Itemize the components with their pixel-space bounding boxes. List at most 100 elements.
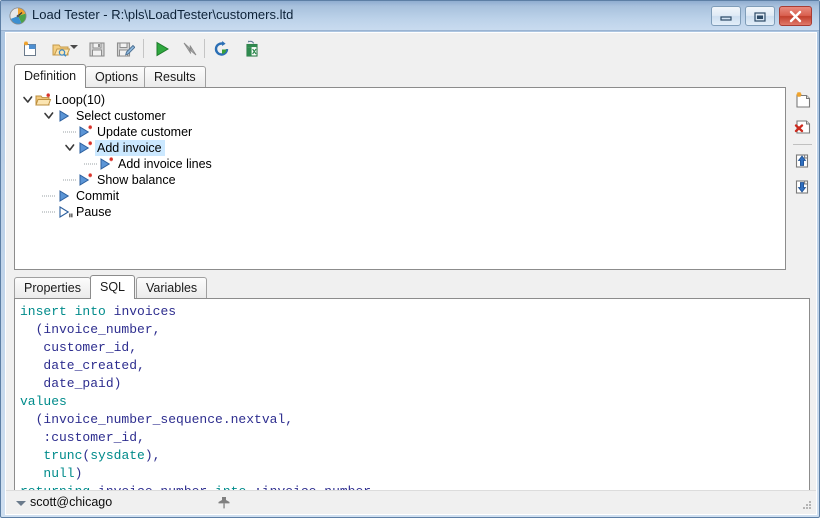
sql-token: null xyxy=(43,466,75,481)
sql-line: insert into invoices xyxy=(20,303,371,321)
tree-item-label: Add invoice lines xyxy=(118,157,212,171)
tab-variables[interactable]: Variables xyxy=(136,277,208,299)
break-button[interactable] xyxy=(177,36,203,61)
sql-token: invoices xyxy=(113,304,177,319)
connection-label[interactable]: scott@chicago xyxy=(30,495,112,509)
tab-definition[interactable]: Definition xyxy=(14,64,87,88)
sql-editor-panel[interactable]: insert into invoices (invoice_number, cu… xyxy=(14,298,810,506)
close-button[interactable] xyxy=(779,6,812,26)
tree-connector xyxy=(42,204,56,220)
chevron-down-icon[interactable] xyxy=(21,92,35,108)
sql-line: trunc(sysdate), xyxy=(20,447,371,465)
application-window: Load Tester - R:\pls\LoadTester\customer… xyxy=(0,0,820,518)
tree-connector xyxy=(63,172,77,188)
sql-line: customer_id, xyxy=(20,339,371,357)
export-excel-button[interactable] xyxy=(237,36,263,61)
sql-token: trunc xyxy=(43,448,83,463)
tree-item-label: Commit xyxy=(76,189,120,203)
sql-line: (invoice_number_sequence.nextval, xyxy=(20,411,371,429)
tree-item-label: Select customer xyxy=(76,109,166,123)
tree-connector xyxy=(42,188,56,204)
play-step-star-icon xyxy=(77,124,95,140)
detail-tab-strip: Properties SQL Variables xyxy=(14,275,809,299)
tree-item-loop-10[interactable]: Loop(10) xyxy=(15,92,785,108)
sql-line: :customer_id, xyxy=(20,429,371,447)
sql-token: ) xyxy=(74,466,83,481)
play-step-icon xyxy=(56,188,74,204)
maximize-button[interactable] xyxy=(745,6,775,26)
delete-statement-button[interactable] xyxy=(791,115,815,139)
move-down-button[interactable] xyxy=(791,175,815,199)
tree-connector xyxy=(63,124,77,140)
folder-star-icon xyxy=(35,92,53,108)
sql-line: values xyxy=(20,393,371,411)
tree-item-add-invoice-lines[interactable]: Add invoice lines xyxy=(15,156,785,172)
sql-line: date_paid) xyxy=(20,375,371,393)
open-file-dropdown-arrow[interactable] xyxy=(70,45,78,49)
gauge-icon xyxy=(9,7,27,25)
save-button[interactable] xyxy=(84,36,110,61)
tree-connector xyxy=(84,156,98,172)
refresh-button[interactable] xyxy=(209,36,235,61)
statement-tree: Loop(10) Select customer Update customer Ad… xyxy=(15,92,785,220)
sql-token: insert xyxy=(20,304,67,319)
resize-grip-icon[interactable] xyxy=(801,499,813,511)
title-bar[interactable]: Load Tester - R:\pls\LoadTester\customer… xyxy=(1,1,819,31)
pause-step-icon xyxy=(56,204,74,220)
chevron-down-icon[interactable] xyxy=(63,140,77,156)
tree-item-show-balance[interactable]: Show balance xyxy=(15,172,785,188)
sql-line: date_created, xyxy=(20,357,371,375)
sql-line: (invoice_number, xyxy=(20,321,371,339)
tree-item-label: Add invoice xyxy=(95,140,165,156)
tab-sql[interactable]: SQL xyxy=(90,275,136,299)
sql-token: into xyxy=(74,304,106,319)
move-up-button[interactable] xyxy=(791,149,815,173)
statement-tree-panel[interactable]: Loop(10) Select customer Update customer Ad… xyxy=(14,87,786,270)
tree-item-add-invoice[interactable]: Add invoice xyxy=(15,140,785,156)
tab-options[interactable]: Options xyxy=(85,66,149,88)
toolbar-separator xyxy=(143,39,144,58)
play-step-icon xyxy=(56,108,74,124)
add-statement-button[interactable] xyxy=(791,89,815,113)
main-tab-strip: Definition Options Results xyxy=(14,64,809,88)
sql-token: customer_id, xyxy=(20,340,138,355)
tree-item-select-customer[interactable]: Select customer xyxy=(15,108,785,124)
side-button-separator xyxy=(793,144,812,145)
sql-token: :customer_id, xyxy=(20,430,145,445)
toolbar-separator-2 xyxy=(204,39,205,58)
tree-item-commit[interactable]: Commit xyxy=(15,188,785,204)
sql-token: ), xyxy=(144,448,161,463)
sql-line: null) xyxy=(20,465,371,483)
tree-item-label: Update customer xyxy=(97,125,193,139)
sql-token: date_created, xyxy=(20,358,145,373)
tree-item-update-customer[interactable]: Update customer xyxy=(15,124,785,140)
tree-action-buttons xyxy=(790,87,816,270)
play-step-star-icon xyxy=(77,172,95,188)
chevron-down-icon[interactable] xyxy=(42,108,56,124)
window-title: Load Tester - R:\pls\LoadTester\customer… xyxy=(32,7,294,22)
tab-results[interactable]: Results xyxy=(144,66,206,88)
new-file-button[interactable] xyxy=(18,36,44,61)
sql-token: sysdate xyxy=(90,448,145,463)
sql-text-editor[interactable]: insert into invoices (invoice_number, cu… xyxy=(20,303,371,501)
tree-item-label: Loop(10) xyxy=(55,93,106,107)
tree-item-pause[interactable]: Pause xyxy=(15,204,785,220)
client-area: Definition Options Results Loop(10) Selec… xyxy=(5,32,817,515)
sql-token: (invoice_number_sequence.nextval, xyxy=(20,412,294,427)
sql-token: values xyxy=(20,394,67,409)
sql-token: (invoice_number, xyxy=(20,322,161,337)
tab-properties[interactable]: Properties xyxy=(14,277,91,299)
save-as-button[interactable] xyxy=(112,36,138,61)
minimize-button[interactable] xyxy=(711,6,741,26)
chevron-down-icon[interactable] xyxy=(16,501,26,506)
status-bar: scott@chicago xyxy=(6,490,816,514)
tree-item-label: Show balance xyxy=(97,173,176,187)
pin-icon[interactable] xyxy=(216,495,232,511)
tree-item-label: Pause xyxy=(76,205,112,219)
run-button[interactable] xyxy=(149,36,175,61)
play-step-star-icon xyxy=(98,156,116,172)
